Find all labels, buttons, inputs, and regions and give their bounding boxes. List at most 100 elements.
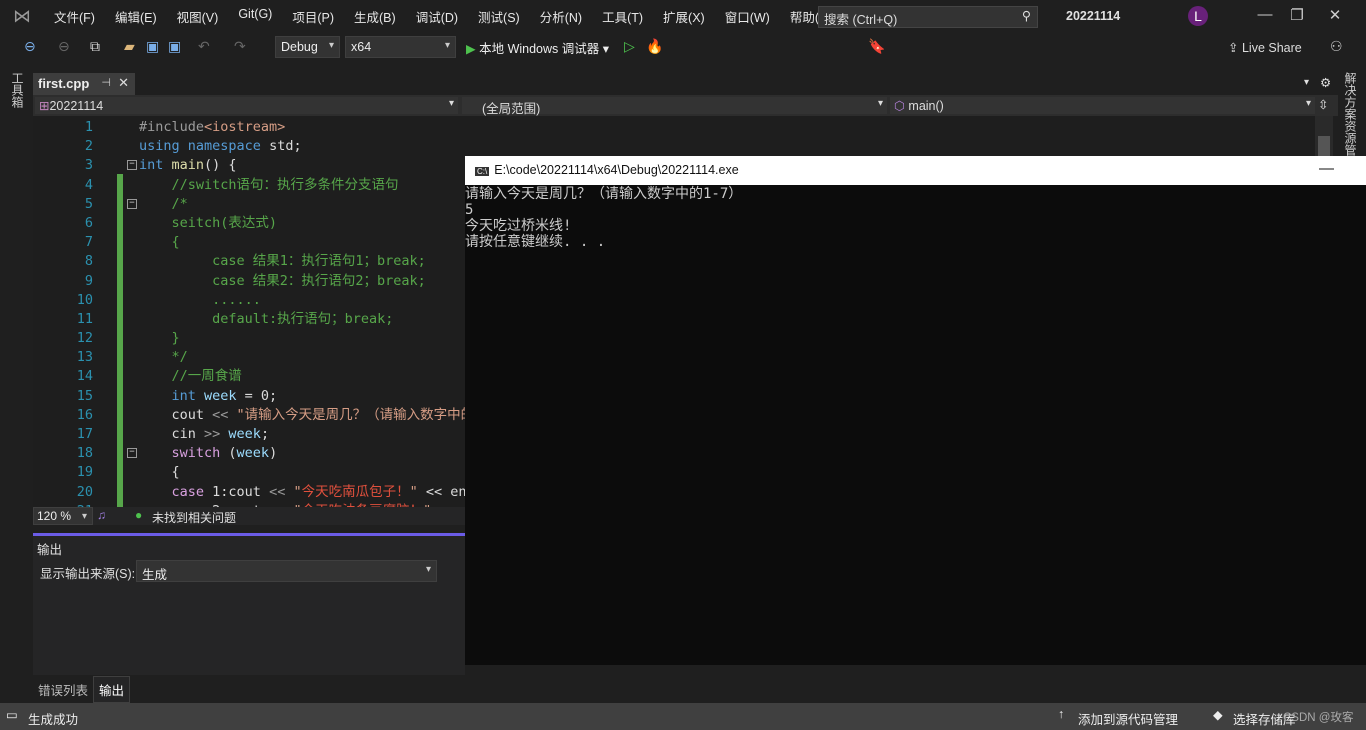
menu-item[interactable]: 编辑(E) — [105, 7, 167, 26]
issues-status[interactable]: 未找到相关问题 — [152, 509, 236, 526]
vs-logo-icon: ⋈ — [13, 6, 31, 26]
config-value: Debug — [281, 40, 318, 54]
tab-error-list[interactable]: 错误列表 — [33, 677, 93, 702]
code-token: week — [236, 445, 270, 462]
code-line: 1 #include<iostream> — [33, 118, 1315, 137]
menu-item[interactable]: 项目(P) — [282, 7, 344, 26]
toolbox-tab[interactable]: 工具箱 — [8, 72, 26, 108]
watermark: CSDN @玫客 — [1283, 712, 1354, 724]
line-number: 18 — [76, 445, 93, 462]
feedback-icon[interactable]: ⚇ — [1330, 38, 1343, 55]
menu-item[interactable]: 分析(N) — [530, 7, 592, 26]
close-tab-icon[interactable]: ✕ — [118, 75, 129, 91]
output-source-dropdown[interactable]: 生成 — [136, 560, 437, 582]
code-token: namespace — [187, 138, 270, 155]
live-share-button[interactable]: ⇪ Live Share — [1228, 40, 1302, 55]
hot-reload-icon[interactable]: 🔥 — [646, 38, 663, 55]
open-folder-icon[interactable]: ▰ — [124, 38, 135, 55]
gear-icon[interactable]: ⚙ — [1320, 75, 1331, 90]
code-token: << — [212, 406, 237, 423]
code-text: } — [139, 329, 180, 348]
notification-icon[interactable]: ▭ — [6, 707, 18, 722]
start-debugging-button[interactable]: ▶ 本地 Windows 调试器 ▾ — [466, 38, 609, 57]
menu-item[interactable]: 生成(B) — [344, 7, 406, 26]
console-minimize-button[interactable]: — — [1319, 160, 1334, 177]
code-token: std; — [269, 138, 302, 155]
back-icon[interactable]: ⊖ — [24, 38, 36, 55]
tab-list-dropdown-icon[interactable]: ▾ — [1304, 77, 1309, 88]
code-text: { — [139, 233, 180, 252]
code-text: //一周食谱 — [139, 367, 242, 386]
menu-item[interactable]: 视图(V) — [167, 7, 229, 26]
bookmark-icon[interactable]: 🔖 — [868, 38, 885, 55]
line-number: 20 — [76, 483, 93, 500]
line-number: 11 — [76, 310, 93, 327]
tab-output[interactable]: 输出 — [93, 676, 131, 703]
new-project-icon[interactable]: ⧉ — [90, 38, 100, 55]
code-text: case 结果1：执行语句1；break; — [139, 252, 426, 271]
code-token: seitch(表达式) — [139, 214, 278, 231]
forward-icon[interactable]: ⊖ — [58, 38, 70, 55]
console-line: 请按任意键继续. . . — [465, 234, 606, 250]
console-line: 请输入今天是周几？（请输入数字中的1-7） — [465, 186, 743, 202]
fold-toggle-icon[interactable]: − — [127, 448, 137, 459]
share-icon: ⇪ — [1228, 41, 1239, 55]
line-number: 16 — [76, 406, 93, 423]
fold-toggle-icon[interactable]: − — [127, 160, 137, 171]
config-dropdown[interactable]: Debug — [275, 36, 340, 58]
code-token: 1:cout — [212, 483, 270, 500]
line-number: 1 — [84, 119, 93, 135]
tab-first-cpp[interactable]: first.cpp ⊣ ✕ — [33, 73, 135, 95]
code-text: cout << "请输入今天是周几？（请输入数字中的1-7）" — [139, 406, 521, 425]
code-token: ) — [269, 445, 278, 462]
code-token: */ — [139, 349, 188, 366]
code-line: 2 using namespace std; — [33, 137, 1315, 156]
menu-item[interactable]: 工具(T) — [592, 7, 653, 26]
platform-dropdown[interactable]: x64 — [345, 36, 456, 58]
code-token: ; — [260, 426, 270, 442]
console-window[interactable]: C:\ E:\code\20221114\x64\Debug\20221114.e… — [465, 156, 1366, 665]
menu-item[interactable]: 测试(S) — [468, 7, 530, 26]
output-source-value: 生成 — [142, 568, 168, 582]
menu-item[interactable]: Git(G) — [228, 7, 282, 26]
menu-item[interactable]: 文件(F) — [44, 7, 105, 26]
close-button[interactable]: ✕ — [1320, 6, 1350, 24]
code-token: int — [139, 387, 205, 404]
code-text: using namespace std; — [139, 137, 302, 156]
menu-item[interactable]: 扩展(X) — [653, 7, 715, 26]
status-bar: ▭ 生成成功 ↑ 添加到源代码管理 ◆ 选择存储库 CSDN @玫客 — [0, 703, 1366, 730]
code-token: case 结果2：执行语句2；break; — [139, 272, 426, 289]
code-token: main — [171, 157, 205, 174]
minimize-button[interactable]: — — [1250, 6, 1280, 23]
code-token: cout — [139, 406, 213, 423]
search-input[interactable]: 搜索 (Ctrl+Q) ⚲ — [818, 6, 1038, 28]
zoom-dropdown[interactable]: 120 % — [33, 507, 93, 525]
undo-icon[interactable]: ↶ — [198, 38, 210, 55]
menu-item[interactable]: 调试(D) — [406, 7, 468, 26]
project-dropdown[interactable]: ⊞20221114 ▾ — [35, 97, 458, 114]
save-all-icon[interactable]: ▣ — [168, 38, 181, 55]
scope-dropdown[interactable]: (全局范围) ▾ — [462, 97, 887, 116]
add-to-source-control[interactable]: 添加到源代码管理 — [1078, 709, 1178, 728]
platform-value: x64 — [351, 40, 372, 54]
redo-icon[interactable]: ↷ — [234, 38, 246, 55]
console-title-bar: C:\ E:\code\20221114\x64\Debug\20221114.e… — [465, 156, 1366, 185]
code-token: //一周食谱 — [139, 368, 242, 385]
line-number: 8 — [84, 253, 93, 270]
restore-button[interactable]: ❐ — [1282, 6, 1312, 24]
start-without-debugging-icon[interactable]: ▷ — [624, 38, 635, 55]
line-number: 9 — [84, 272, 93, 289]
member-dropdown[interactable]: ⬡ main() ▾ — [890, 97, 1315, 114]
split-icon[interactable]: ⇳ — [1318, 97, 1328, 112]
save-icon[interactable]: ▣ — [146, 38, 159, 55]
code-token: /* — [139, 195, 188, 212]
bottom-tabs: 错误列表 输出 — [33, 676, 131, 703]
avatar[interactable]: L — [1188, 6, 1208, 26]
fold-toggle-icon[interactable]: − — [127, 198, 137, 209]
menu-bar: ⋈ 文件(F) 编辑(E) 视图(V) Git(G) 项目(P) 生成(B) 调试(D) 测试… — [0, 0, 1366, 33]
pin-icon[interactable]: ⊣ — [101, 76, 111, 89]
intellicode-icon[interactable]: ♫ — [97, 508, 106, 522]
menu-item[interactable]: 窗口(W) — [715, 7, 780, 26]
code-token: switch — [139, 445, 229, 462]
search-icon: ⚲ — [1021, 9, 1031, 23]
